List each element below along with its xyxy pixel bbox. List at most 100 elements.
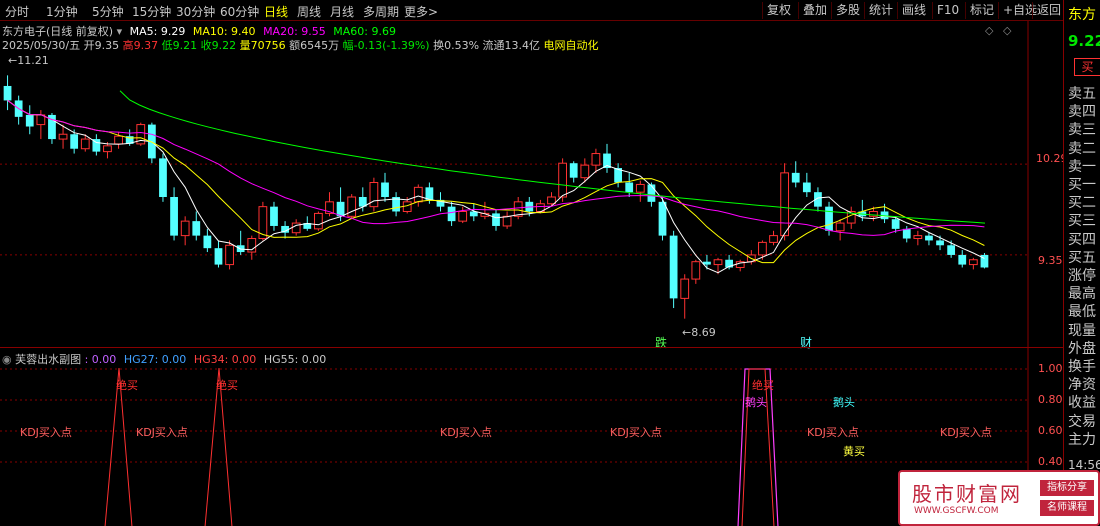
candle[interactable] — [3, 75, 12, 111]
candle[interactable] — [270, 201, 278, 231]
sidebar-row-label: 最低 — [1068, 304, 1096, 321]
candle[interactable] — [791, 161, 800, 188]
candle[interactable] — [625, 172, 634, 197]
quote-amount: 额6545万 — [289, 39, 340, 52]
candle[interactable] — [291, 219, 301, 236]
candle[interactable] — [980, 253, 989, 269]
candle[interactable] — [913, 230, 923, 246]
signal-goose-head: 鹅头 — [833, 396, 855, 409]
low-marker: ←8.69 — [682, 326, 716, 339]
candle[interactable] — [492, 209, 500, 231]
candle[interactable] — [735, 259, 745, 272]
candle[interactable] — [725, 254, 734, 270]
period-tab-multi[interactable]: 多周期 — [363, 3, 399, 20]
multi-stock-button[interactable]: 多股 — [831, 2, 864, 19]
period-tab-monthly[interactable]: 月线 — [330, 3, 354, 20]
candle[interactable] — [447, 201, 456, 226]
candle[interactable] — [958, 250, 967, 268]
candle[interactable] — [159, 153, 167, 202]
candle[interactable] — [458, 206, 468, 224]
period-tab-15min[interactable]: 15分钟 — [132, 3, 171, 20]
candle[interactable] — [236, 230, 245, 255]
back-button[interactable]: 返回 — [1032, 2, 1065, 19]
candle[interactable] — [769, 230, 778, 246]
candle[interactable] — [25, 105, 34, 135]
candle[interactable] — [147, 122, 156, 164]
candle[interactable] — [469, 203, 478, 222]
draw-line-button[interactable]: 画线 — [897, 2, 930, 19]
f10-button[interactable]: F10 — [932, 2, 963, 19]
indicator-axis-label: 1.00 — [1038, 362, 1063, 375]
candle[interactable] — [48, 113, 56, 144]
low-marker-value: 8.69 — [691, 326, 716, 339]
candle-body — [680, 278, 690, 299]
candle[interactable] — [635, 180, 645, 202]
sidebar-row-label: 涨停 — [1068, 268, 1096, 284]
candle[interactable] — [381, 172, 389, 202]
period-tab-5min[interactable]: 5分钟 — [92, 3, 124, 20]
period-tab-fenshi[interactable]: 分时 — [5, 3, 29, 20]
period-tab-30min[interactable]: 30分钟 — [176, 3, 215, 20]
overlay-button[interactable]: 叠加 — [798, 2, 831, 19]
quote-sidebar: 东方 9.22 买 卖五卖四卖三卖二卖一买一买二买三买四买五涨停最高最低现量外盘… — [1063, 0, 1100, 526]
candle-body — [913, 235, 923, 240]
sidebar-row-label: 现量 — [1068, 322, 1096, 339]
candle[interactable] — [170, 187, 178, 241]
sidebar-row-label: 卖三 — [1068, 122, 1096, 139]
quote-close: 收9.22 — [200, 39, 237, 52]
period-tab-60min[interactable]: 60分钟 — [220, 3, 259, 20]
candle[interactable] — [547, 192, 556, 207]
sidebar-buy-button[interactable]: 买 — [1074, 58, 1100, 76]
candle[interactable] — [846, 206, 856, 229]
candle-body — [691, 261, 701, 280]
quote-float-cap: 流通13.4亿 — [482, 39, 541, 52]
candle[interactable] — [347, 194, 357, 220]
kline-chart[interactable] — [0, 21, 1063, 347]
sidebar-stock-name[interactable]: 东方 — [1068, 4, 1096, 24]
candle-body — [791, 172, 800, 183]
candle[interactable] — [802, 172, 811, 197]
candle[interactable] — [968, 257, 978, 270]
candle[interactable] — [392, 192, 400, 217]
watermark-url: WWW.GSCFW.COM — [914, 506, 999, 516]
mark-button[interactable]: 标记 — [965, 2, 998, 19]
candle[interactable] — [835, 219, 845, 241]
candle[interactable] — [92, 134, 101, 156]
candle[interactable] — [480, 201, 490, 220]
period-tab-daily[interactable]: 日线 — [264, 3, 288, 20]
candle[interactable] — [925, 232, 933, 246]
candle[interactable] — [691, 259, 701, 284]
stats-button[interactable]: 统计 — [864, 2, 897, 19]
candle[interactable] — [569, 161, 578, 183]
high-marker-value: 11.21 — [17, 54, 49, 67]
candle-body — [780, 172, 790, 237]
settings-icon[interactable]: ◇ — [985, 24, 993, 37]
period-tab-weekly[interactable]: 周线 — [297, 3, 321, 20]
candle[interactable] — [180, 216, 190, 246]
sidebar-row-label: 卖一 — [1068, 158, 1096, 175]
candle[interactable] — [591, 148, 601, 173]
candle[interactable] — [369, 177, 379, 212]
adjust-button[interactable]: 复权 — [762, 2, 795, 19]
indicator-title[interactable]: 芙蓉出水副图 — [15, 353, 81, 366]
main-kline-panel[interactable]: 东方电子(日线 前复权) ▾ MA5: 9.29 MA10: 9.40 MA20… — [0, 21, 1068, 350]
indicator-toggle-icon[interactable]: ◉ — [2, 353, 12, 366]
candle[interactable] — [502, 211, 512, 229]
candle[interactable] — [203, 228, 212, 253]
candle[interactable] — [214, 240, 223, 268]
candle[interactable] — [136, 122, 146, 146]
period-tab-more[interactable]: 更多> — [404, 3, 438, 20]
close-icon[interactable]: ◇ — [1003, 24, 1011, 37]
candle[interactable] — [669, 230, 678, 309]
candle-body — [170, 197, 178, 236]
indicator-axis-label: 0.60 — [1038, 424, 1063, 437]
watermark-tag: 指标分享 — [1040, 480, 1094, 496]
period-tab-1min[interactable]: 1分钟 — [46, 3, 78, 20]
candle[interactable] — [658, 197, 667, 241]
candle[interactable] — [313, 211, 323, 231]
candle-body — [80, 138, 90, 150]
candle[interactable] — [603, 143, 611, 173]
candle[interactable] — [680, 274, 690, 319]
candle-body — [902, 228, 911, 239]
candle[interactable] — [192, 211, 201, 241]
